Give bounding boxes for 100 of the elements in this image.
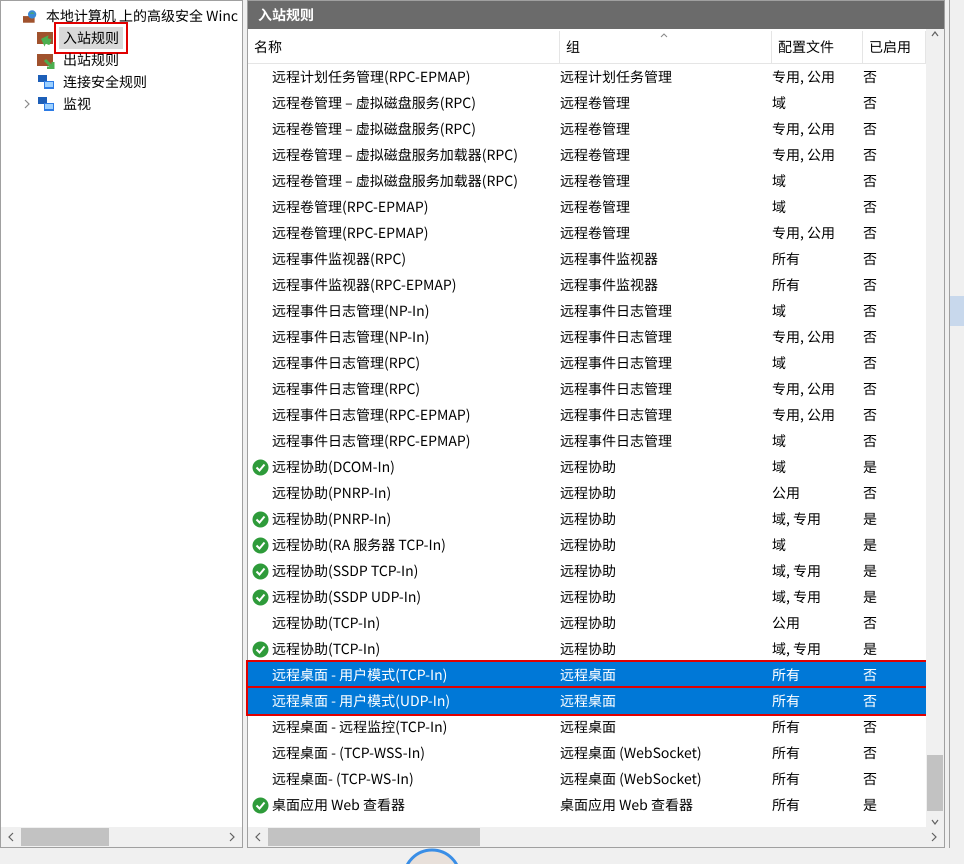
rule-row[interactable]: 远程桌面 - 远程监控(TCP-In) 远程桌面 所有 否 bbox=[248, 714, 926, 740]
table-cell: 是 bbox=[863, 561, 877, 581]
rule-row[interactable]: 远程卷管理 – 虚拟磁盘服务加载器(RPC) 远程卷管理 域 否 bbox=[248, 168, 926, 194]
tree-item[interactable]: 监视 bbox=[59, 93, 95, 115]
rule-row[interactable]: 远程协助(SSDP TCP-In) 远程协助 域, 专用 是 bbox=[248, 558, 926, 584]
panel-title: 入站规则 bbox=[248, 1, 944, 29]
rule-row[interactable]: 远程事件日志管理(RPC) 远程事件日志管理 域 否 bbox=[248, 350, 926, 376]
tree-item[interactable]: 入站规则 bbox=[59, 27, 123, 49]
table-cell: 专用, 公用 bbox=[772, 223, 836, 243]
table-cell: 远程协助(DCOM-In) bbox=[272, 457, 395, 477]
rule-row[interactable]: 桌面应用 Web 查看器 桌面应用 Web 查看器 所有 是 bbox=[248, 792, 926, 818]
scroll-right-icon[interactable] bbox=[228, 832, 236, 842]
scroll-up-icon[interactable] bbox=[931, 29, 939, 39]
table-cell: 否 bbox=[863, 223, 877, 243]
rule-row[interactable]: 远程事件日志管理(RPC-EPMAP) 远程事件日志管理 专用, 公用 否 bbox=[248, 402, 926, 428]
table-cell: 远程桌面 - 用户模式(TCP-In) bbox=[272, 665, 448, 685]
table-cell: 是 bbox=[863, 535, 877, 555]
table-cell: 所有 bbox=[772, 795, 800, 815]
scroll-down-icon[interactable] bbox=[931, 817, 939, 827]
table-cell: 远程桌面 bbox=[560, 665, 616, 685]
table-cell: 否 bbox=[863, 249, 877, 269]
table-cell: 远程协助 bbox=[560, 561, 616, 581]
table-cell: 域 bbox=[772, 197, 786, 217]
table-cell: 远程协助 bbox=[560, 457, 616, 477]
rule-row[interactable]: 远程协助(SSDP UDP-In) 远程协助 域, 专用 是 bbox=[248, 584, 926, 610]
table-cell: 域, 专用 bbox=[772, 509, 822, 529]
rule-row[interactable]: 远程协助(TCP-In) 远程协助 公用 否 bbox=[248, 610, 926, 636]
column-header[interactable]: 名称 bbox=[248, 31, 560, 63]
table-cell: 专用, 公用 bbox=[772, 327, 836, 347]
rule-row[interactable]: 远程桌面 - 用户模式(TCP-In) 远程桌面 所有 否 bbox=[248, 662, 926, 688]
table-cell: 否 bbox=[863, 613, 877, 633]
table-cell: 远程事件日志管理 bbox=[560, 327, 672, 347]
table-cell: 否 bbox=[863, 483, 877, 503]
table-cell: 远程计划任务管理 bbox=[560, 67, 672, 87]
rule-row[interactable]: 远程协助(TCP-In) 远程协助 域, 专用 是 bbox=[248, 636, 926, 662]
scrollbar-thumb[interactable] bbox=[21, 828, 109, 846]
table-cell: 远程卷管理 – 虚拟磁盘服务加载器(RPC) bbox=[272, 145, 518, 165]
rule-row[interactable]: 远程卷管理(RPC-EPMAP) 远程卷管理 域 否 bbox=[248, 194, 926, 220]
vertical-scrollbar[interactable] bbox=[926, 29, 944, 827]
table-cell: 远程事件日志管理 bbox=[560, 431, 672, 451]
table-cell: 远程协助(PNRP-In) bbox=[272, 483, 392, 503]
rule-row[interactable]: 远程桌面 - (TCP-WSS-In) 远程桌面 (WebSocket) 所有 否 bbox=[248, 740, 926, 766]
rule-row[interactable]: 远程桌面 - 用户模式(UDP-In) 远程桌面 所有 否 bbox=[248, 688, 926, 714]
table-cell: 远程事件日志管理(RPC) bbox=[272, 353, 420, 373]
scroll-left-icon[interactable] bbox=[7, 832, 15, 842]
table-cell: 远程事件日志管理 bbox=[560, 353, 672, 373]
table-cell: 所有 bbox=[772, 717, 800, 737]
table-cell: 远程事件日志管理(NP-In) bbox=[272, 301, 430, 321]
table-cell: 所有 bbox=[772, 249, 800, 269]
table-cell: 域 bbox=[772, 301, 786, 321]
table-cell: 远程桌面 - (TCP-WSS-In) bbox=[272, 743, 425, 763]
scrollbar-thumb[interactable] bbox=[927, 755, 943, 811]
table-cell: 否 bbox=[863, 691, 877, 711]
column-header[interactable]: 配置文件 bbox=[772, 31, 863, 63]
table-cell: 域 bbox=[772, 535, 786, 555]
tree-item[interactable]: 连接安全规则 bbox=[59, 71, 151, 93]
table-cell: 域 bbox=[772, 431, 786, 451]
horizontal-scrollbar[interactable] bbox=[1, 827, 242, 847]
rule-row[interactable]: 远程事件日志管理(NP-In) 远程事件日志管理 专用, 公用 否 bbox=[248, 324, 926, 350]
table-cell: 否 bbox=[863, 275, 877, 295]
tree-item[interactable]: 本地计算机 上的高级安全 Winc bbox=[42, 5, 242, 27]
table-cell: 远程卷管理(RPC-EPMAP) bbox=[272, 223, 428, 243]
table-cell: 否 bbox=[863, 197, 877, 217]
table-cell: 所有 bbox=[772, 665, 800, 685]
table-cell: 否 bbox=[863, 327, 877, 347]
table-cell: 远程桌面 (WebSocket) bbox=[560, 743, 702, 763]
rule-row[interactable]: 远程卷管理 – 虚拟磁盘服务加载器(RPC) 远程卷管理 专用, 公用 否 bbox=[248, 142, 926, 168]
table-cell: 否 bbox=[863, 353, 877, 373]
table-cell: 远程协助(SSDP TCP-In) bbox=[272, 561, 418, 581]
rule-row[interactable]: 远程协助(DCOM-In) 远程协助 域 是 bbox=[248, 454, 926, 480]
rule-row[interactable]: 远程计划任务管理(RPC-EPMAP) 远程计划任务管理 专用, 公用 否 bbox=[248, 64, 926, 90]
tree-item[interactable]: 出站规则 bbox=[59, 49, 123, 71]
scroll-left-icon[interactable] bbox=[254, 832, 262, 842]
scroll-right-icon[interactable] bbox=[930, 832, 938, 842]
rule-row[interactable]: 远程事件日志管理(NP-In) 远程事件日志管理 域 否 bbox=[248, 298, 926, 324]
column-header[interactable]: 组 bbox=[560, 31, 772, 63]
table-cell: 远程计划任务管理(RPC-EPMAP) bbox=[272, 67, 470, 87]
table-cell: 远程卷管理 bbox=[560, 171, 630, 191]
rule-row[interactable]: 远程桌面- (TCP-WS-In) 远程桌面 (WebSocket) 所有 否 bbox=[248, 766, 926, 792]
rule-row[interactable]: 远程协助(PNRP-In) 远程协助 域, 专用 是 bbox=[248, 506, 926, 532]
table-cell: 远程协助 bbox=[560, 509, 616, 529]
table-cell: 远程事件日志管理(RPC-EPMAP) bbox=[272, 405, 470, 425]
rule-row[interactable]: 远程事件日志管理(RPC) 远程事件日志管理 专用, 公用 否 bbox=[248, 376, 926, 402]
table-cell: 桌面应用 Web 查看器 bbox=[272, 795, 405, 815]
rule-row[interactable]: 远程卷管理(RPC-EPMAP) 远程卷管理 专用, 公用 否 bbox=[248, 220, 926, 246]
horizontal-scrollbar[interactable] bbox=[248, 827, 944, 847]
rule-row[interactable]: 远程事件监视器(RPC) 远程事件监视器 所有 否 bbox=[248, 246, 926, 272]
table-cell: 远程协助 bbox=[560, 483, 616, 503]
rule-row[interactable]: 远程事件监视器(RPC-EPMAP) 远程事件监视器 所有 否 bbox=[248, 272, 926, 298]
table-cell: 专用, 公用 bbox=[772, 67, 836, 87]
rule-row[interactable]: 远程协助(PNRP-In) 远程协助 公用 否 bbox=[248, 480, 926, 506]
scrollbar-thumb[interactable] bbox=[268, 828, 480, 846]
table-cell: 域, 专用 bbox=[772, 639, 822, 659]
rule-row[interactable]: 远程卷管理 – 虚拟磁盘服务(RPC) 远程卷管理 域 否 bbox=[248, 90, 926, 116]
table-cell: 远程事件监视器 bbox=[560, 249, 658, 269]
rule-row[interactable]: 远程协助(RA 服务器 TCP-In) 远程协助 域 是 bbox=[248, 532, 926, 558]
rule-row[interactable]: 远程卷管理 – 虚拟磁盘服务(RPC) 远程卷管理 专用, 公用 否 bbox=[248, 116, 926, 142]
rule-row[interactable]: 远程事件日志管理(RPC-EPMAP) 远程事件日志管理 域 否 bbox=[248, 428, 926, 454]
table-cell: 远程协助(RA 服务器 TCP-In) bbox=[272, 535, 446, 555]
table-cell: 公用 bbox=[772, 483, 800, 503]
